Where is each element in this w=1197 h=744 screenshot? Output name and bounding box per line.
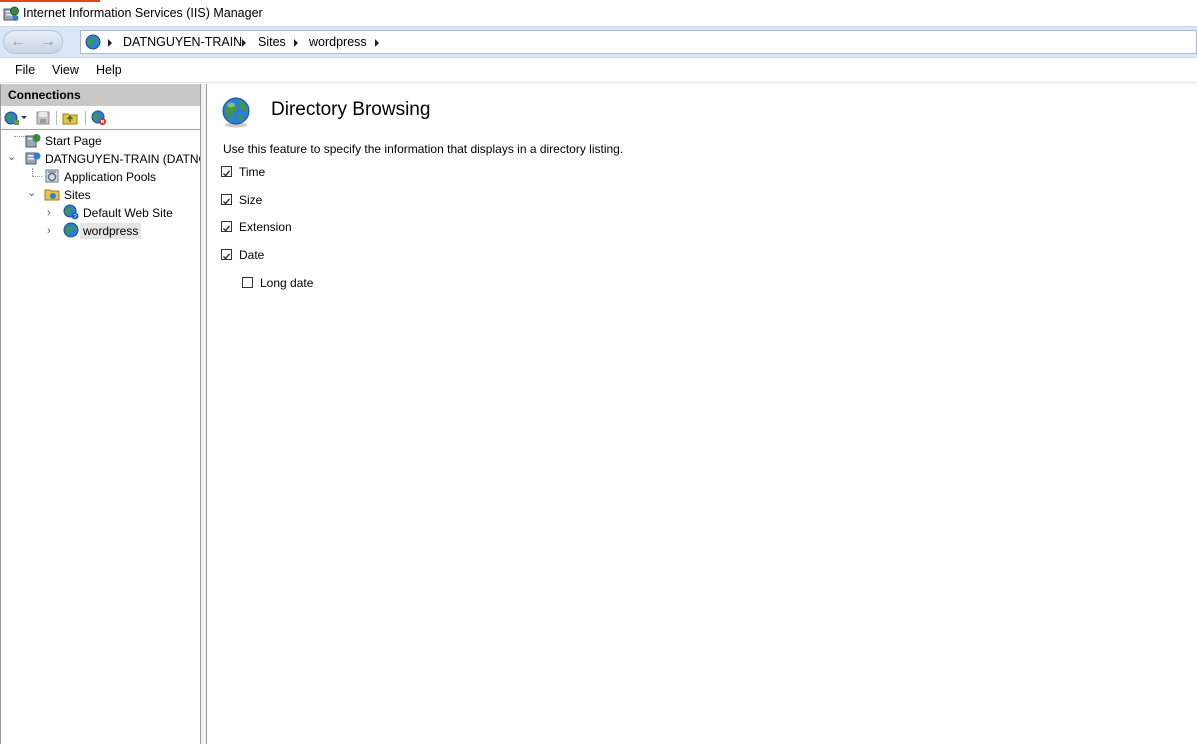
globe-icon (85, 34, 101, 50)
folder-up-icon[interactable] (62, 110, 78, 126)
date-label[interactable]: Date (239, 248, 264, 262)
tree-item-wordpress[interactable]: wordpress (80, 223, 142, 239)
toolbar-separator (85, 111, 86, 125)
page-title: Directory Browsing (271, 99, 431, 120)
breadcrumb-server[interactable]: DATNGUYEN-TRAIN (123, 35, 242, 49)
sites-folder-icon (44, 189, 60, 201)
chevron-right-icon[interactable]: › (47, 207, 51, 219)
connections-header: Connections (1, 84, 200, 106)
feature-page: Directory Browsing Use this feature to s… (207, 84, 1197, 744)
toolbar-separator (56, 111, 57, 125)
connections-title: Connections (8, 88, 81, 102)
connections-toolbar (1, 106, 200, 130)
window-title: Internet Information Services (IIS) Mana… (23, 6, 263, 20)
directory-browsing-globe-icon (222, 97, 250, 128)
checkmark-icon (223, 225, 231, 232)
checkmark-icon (223, 170, 231, 177)
title-accent (0, 0, 100, 2)
breadcrumb-arrow-icon[interactable] (242, 39, 246, 47)
nav-buttons: ← → (3, 30, 63, 54)
breadcrumb-arrow-icon[interactable] (108, 39, 112, 47)
time-label[interactable]: Time (239, 165, 265, 179)
start-page-icon (25, 134, 41, 148)
disconnect-icon[interactable] (91, 110, 107, 126)
breadcrumb-arrow-icon[interactable] (375, 39, 379, 47)
back-arrow-icon[interactable]: ← (7, 33, 29, 51)
tree-line (32, 176, 42, 177)
tree-item-sites[interactable]: Sites (64, 188, 91, 202)
menu-bar: File View Help (0, 58, 1197, 83)
chevron-down-icon[interactable]: ⌄ (27, 186, 36, 199)
title-bar: Internet Information Services (IIS) Mana… (0, 0, 1197, 26)
dropdown-arrow-icon[interactable] (21, 116, 27, 119)
extension-checkbox[interactable] (221, 221, 232, 232)
menu-file[interactable]: File (15, 63, 35, 77)
forward-arrow-icon[interactable]: → (37, 33, 59, 51)
chevron-down-icon[interactable]: ⌄ (7, 150, 16, 163)
app-pools-icon (45, 169, 59, 183)
address-box[interactable]: DATNGUYEN-TRAIN Sites wordpress (80, 30, 1197, 54)
connect-globe-icon[interactable] (4, 110, 20, 126)
date-checkbox[interactable] (221, 249, 232, 260)
iis-app-icon (3, 6, 19, 21)
tree-item-application-pools[interactable]: Application Pools (64, 170, 156, 184)
server-icon (25, 152, 41, 165)
breadcrumb-wordpress[interactable]: wordpress (309, 35, 367, 49)
tree-item-start-page[interactable]: Start Page (45, 134, 102, 148)
long-date-label[interactable]: Long date (260, 276, 313, 290)
website-globe-icon (63, 222, 79, 238)
menu-help[interactable]: Help (96, 63, 122, 77)
size-label[interactable]: Size (239, 193, 262, 207)
time-checkbox[interactable] (221, 166, 232, 177)
website-globe-icon: ? (63, 204, 79, 220)
chevron-right-icon[interactable]: › (47, 225, 51, 237)
save-icon[interactable] (35, 110, 51, 126)
breadcrumb-sites[interactable]: Sites (258, 35, 286, 49)
menu-view[interactable]: View (52, 63, 79, 77)
tree-item-default-web-site[interactable]: Default Web Site (83, 206, 173, 220)
connections-pane: Connections Start Page ⌄ DATNGUYEN-TRAIN… (0, 84, 201, 744)
size-checkbox[interactable] (221, 194, 232, 205)
long-date-checkbox[interactable] (242, 277, 253, 288)
feature-description: Use this feature to specify the informat… (223, 142, 624, 156)
address-bar: ← → DATNGUYEN-TRAIN Sites wordpress (0, 26, 1197, 58)
checkmark-icon (223, 198, 231, 205)
breadcrumb-arrow-icon[interactable] (294, 39, 298, 47)
tree-line (32, 168, 33, 176)
extension-label[interactable]: Extension (239, 220, 292, 234)
tree-item-server[interactable]: DATNGUYEN-TRAIN (DATNG (45, 152, 200, 166)
checkmark-icon (223, 253, 231, 260)
